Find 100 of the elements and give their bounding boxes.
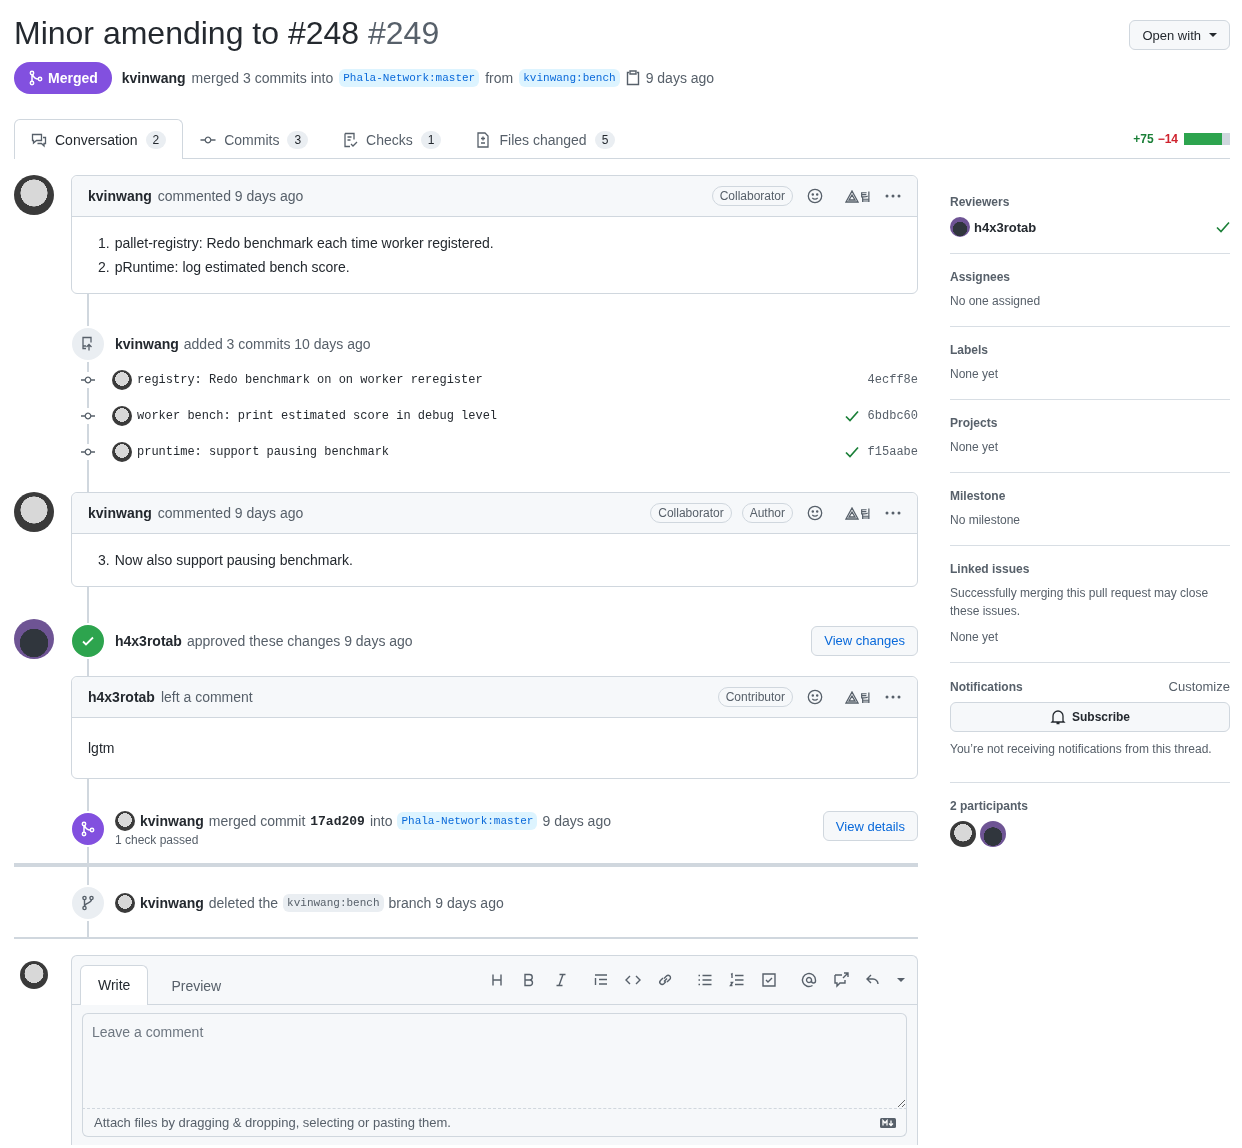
list-number: 2. [98,258,110,277]
sidebar-value: None yet [950,366,1000,383]
branch-label[interactable]: kvinwang:bench [519,69,620,87]
triangle-icon[interactable] [845,690,859,704]
author-link[interactable]: kvinwang [88,505,152,521]
bulleted-list-icon[interactable] [697,972,713,988]
view-changes-button[interactable]: View changes [811,625,918,656]
commit-sha[interactable]: f15aabe [867,445,918,459]
branch-label[interactable]: Phala-Network:master [397,812,538,830]
list-item-text: Now also support pausing benchmark. [114,551,353,570]
author-link[interactable]: kvinwang [88,188,152,204]
sidebar-heading[interactable]: Projects [950,416,998,430]
summary-text: merged 3 commits into [191,70,334,86]
caret-icon[interactable] [897,978,905,982]
sidebar-value: No milestone [950,512,1022,529]
user-avatar[interactable] [14,619,54,659]
user-avatar[interactable] [950,217,970,237]
author-link[interactable]: kvinwang [140,813,204,829]
commit-message[interactable]: worker bench: print estimated score in debug level [137,409,498,423]
tab-label: Commits [224,132,280,148]
view-details-button[interactable]: View details [822,811,918,841]
commit-sha[interactable]: 6bdbc60 [867,409,918,423]
pull-request-title: Minor amending to #248 [14,15,360,51]
sidebar-heading[interactable]: Reviewers [950,195,1010,209]
tab[interactable]: Files changed 5 [458,120,633,159]
user-avatar[interactable] [115,811,135,831]
checks-note[interactable]: 1 check passed [115,833,611,847]
heading-icon[interactable] [489,972,505,988]
user-avatar[interactable] [14,492,54,532]
author-link[interactable]: kvinwang [140,895,204,911]
notification-status: You’re not receiving notifications from this thread. [950,741,1213,758]
editor-tab[interactable]: Write [80,965,149,1005]
editor-tab[interactable]: Preview [148,966,245,1005]
tip-label[interactable]: 팁 [860,188,871,204]
tab-counter: 5 [594,131,616,149]
reviewer-name[interactable]: h4x3rotab [974,219,1037,235]
comment-input[interactable]: Leave a comment [82,1013,907,1109]
commit-sha[interactable]: 17ad209 [310,813,365,829]
subscribe-button[interactable]: Subscribe [950,702,1230,732]
user-avatar[interactable] [115,893,135,913]
check-icon[interactable] [844,410,859,422]
branch-label[interactable]: Phala-Network:master [339,69,480,87]
list-number: 3. [98,551,110,570]
smiley-icon[interactable] [807,505,823,521]
customize-link[interactable]: Customize [1168,679,1230,694]
mention-icon[interactable] [801,972,817,988]
cross-reference-icon[interactable] [833,972,849,988]
sidebar-value: No one assigned [950,293,1042,310]
markdown-icon [880,1117,896,1128]
user-avatar[interactable] [112,406,132,426]
author-link[interactable]: h4x3rotab [115,632,182,649]
copy-icon[interactable] [625,70,640,86]
user-avatar[interactable] [112,442,132,462]
triangle-icon[interactable] [845,189,859,203]
user-avatar[interactable] [112,370,132,390]
sidebar-heading[interactable]: Assignees [950,270,1011,284]
bell-icon [1050,709,1066,725]
merge-icon [28,70,44,86]
comment-meta: commented 9 days ago [157,505,304,521]
branch-label: kvinwang:bench [283,894,384,912]
author-link[interactable]: h4x3rotab [88,689,155,705]
author-link[interactable]: kvinwang [115,336,179,352]
tip-label[interactable]: 팁 [860,505,871,521]
participant-avatar[interactable] [980,821,1006,847]
commit-message[interactable]: registry: Redo benchmark on on worker reregister [137,373,483,387]
sidebar-heading[interactable]: Linked issues [950,562,1030,576]
more-options-icon[interactable] [885,695,901,699]
list-item-text: pallet-registry: Redo benchmark each time worker registered. [114,234,494,253]
user-avatar[interactable] [14,175,54,215]
sidebar-heading[interactable]: Labels [950,343,988,357]
tab[interactable]: Conversation 2 [14,119,184,159]
more-options-icon[interactable] [885,194,901,198]
tab[interactable]: Commits 3 [183,120,326,159]
task-list-icon[interactable] [761,972,777,988]
sidebar-heading[interactable]: 2 participants [950,799,1029,813]
check-icon[interactable] [844,446,859,458]
event-text: added 3 commits 10 days ago [183,336,371,352]
list-number: 1. [98,234,110,253]
smiley-icon[interactable] [807,188,823,204]
author-link[interactable]: kvinwang [121,70,186,86]
open-with-button[interactable]: Open with [1129,20,1230,50]
numbered-list-icon[interactable] [729,972,745,988]
sidebar-value: None yet [950,629,1000,646]
commit-message[interactable]: pruntime: support pausing benchmark [137,445,390,459]
triangle-icon[interactable] [845,506,859,520]
commit-sha[interactable]: 4ecff8e [867,373,918,387]
tab-counter: 2 [145,130,167,149]
tab[interactable]: Checks 1 [325,120,459,159]
event-text: deleted the [208,895,279,911]
participant-avatar[interactable] [950,821,976,847]
smiley-icon[interactable] [807,689,823,705]
link-icon[interactable] [657,972,673,988]
tip-label[interactable]: 팁 [860,689,871,705]
sidebar-heading[interactable]: Milestone [950,489,1006,503]
sidebar-heading[interactable]: Notifications [950,679,1023,694]
comment-meta: left a comment [160,689,253,705]
quote-icon[interactable] [593,972,609,988]
more-options-icon[interactable] [885,511,901,515]
pull-request-number: #249 [368,15,440,51]
tab-counter: 1 [420,131,442,149]
